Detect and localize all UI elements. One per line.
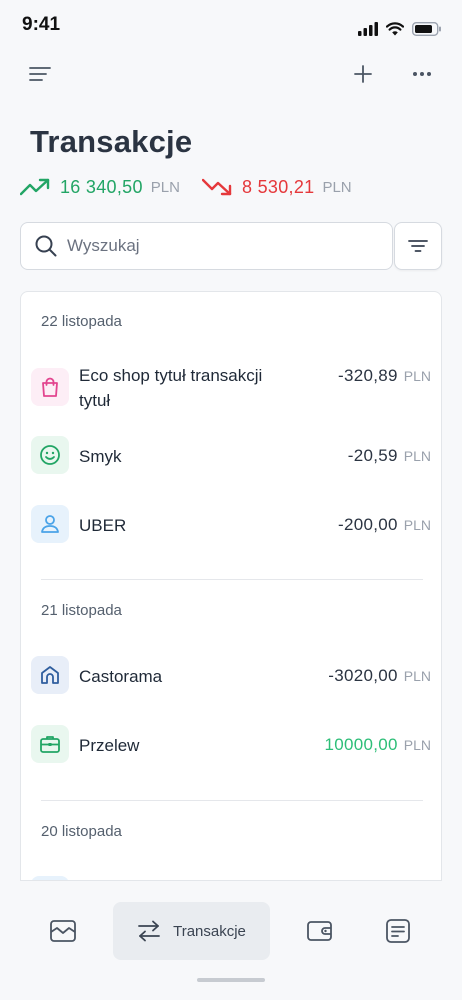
battery-icon [412,22,441,36]
transaction-icon-box [31,505,69,543]
expense-amount: 8 530,21 [241,176,315,197]
amount-currency: PLN [403,668,431,684]
more-dots-icon [413,72,431,76]
transaction-row[interactable]: Eco shop tytuł transakcji tytuł -320,89 … [21,360,441,418]
transaction-row[interactable]: UBER -200,00 PLN [21,497,441,555]
transaction-icon-box [31,436,69,474]
signal-icon [358,22,378,36]
search-input[interactable] [67,236,357,256]
plus-icon [354,65,372,83]
date-header: 22 listopada [41,313,122,330]
amount-currency: PLN [403,368,431,384]
envelope-icon [50,920,76,942]
transaction-name: Castorama [79,667,163,686]
top-actions [0,56,462,92]
status-time: 9:41 [22,14,61,35]
transaction-amount: -3020,00 PLN [328,666,431,686]
amount-value: -200,00 [338,515,398,534]
expense-currency: PLN [322,178,352,196]
amount-value: -320,89 [338,366,398,385]
transaction-icon-box [31,368,69,406]
transaction-icon-box [31,656,69,694]
transaction-icon-box [31,876,69,880]
section-divider [41,579,423,580]
wallet-icon [307,921,332,941]
nav-item-documents[interactable] [373,902,423,960]
date-header: 21 listopada [41,602,122,619]
nav-item-wallet[interactable] [295,902,345,960]
filter-icon [408,240,428,252]
add-transaction-button[interactable] [347,58,379,90]
search-box[interactable] [20,222,393,270]
transaction-amount: -200,00 PLN [338,515,431,535]
section-divider [41,800,423,801]
menu-button[interactable] [24,58,56,90]
income-summary: 16 340,50 PLN [20,177,180,198]
menu-icon [29,67,51,81]
amount-value: -3020,00 [328,666,398,685]
transaction-name: Przelew [79,736,140,755]
date-header: 20 listopada [41,823,122,840]
transaction-name: Smyk [79,447,122,466]
transaction-row[interactable]: Przelew 10000,00 PLN [21,717,441,775]
transaction-amount: -320,89 PLN [338,366,431,386]
transaction-name: Eco shop tytuł transakcji tytuł [79,363,262,413]
filter-button[interactable] [394,222,442,270]
transaction-amount: 10000,00 PLN [324,735,431,755]
nav-item-label: Transakcje [173,922,246,940]
document-icon [386,919,410,943]
expense-summary: 8 530,21 PLN [201,176,352,198]
transaction-name-line: Eco shop tytuł transakcji [79,366,263,385]
search-icon [35,235,57,257]
briefcase-icon [40,736,60,753]
more-options-button[interactable] [406,58,438,90]
shopping-bag-icon [42,377,58,397]
status-icons [358,22,442,36]
amount-currency: PLN [403,737,431,753]
transactions-list: 22 listopada Eco shop tytuł transakcji t… [20,291,442,881]
transaction-row[interactable] [21,868,441,880]
transaction-row[interactable]: Smyk -20,59 PLN [21,428,441,486]
transaction-row[interactable]: Castorama -3020,00 PLN [21,648,441,706]
transaction-name-line: tytuł [79,391,111,410]
income-currency: PLN [150,178,180,196]
trend-up-icon [20,178,50,196]
transfer-arrows-icon [138,920,160,942]
trend-down-icon [201,178,232,196]
status-bar: 9:41 [0,0,462,50]
home-indicator [197,978,265,982]
bottom-nav: Transakcje [0,882,462,1000]
amount-value: -20,59 [347,446,398,465]
smiley-icon [40,445,60,465]
transaction-name: UBER [79,516,127,535]
balance-summary: 16 340,50 PLN 8 530,21 PLN [20,174,352,200]
nav-item-inbox[interactable] [38,902,88,960]
page-title: Transakcje [30,124,193,159]
user-icon [41,515,59,533]
transaction-amount: -20,59 PLN [348,446,431,466]
amount-currency: PLN [403,517,431,533]
wifi-icon [386,22,404,36]
income-amount: 16 340,50 [60,176,143,197]
amount-value: 10000,00 [324,735,398,754]
home-icon [41,666,59,684]
amount-currency: PLN [403,448,431,464]
nav-item-transactions[interactable]: Transakcje [113,902,270,960]
transaction-icon-box [31,725,69,763]
